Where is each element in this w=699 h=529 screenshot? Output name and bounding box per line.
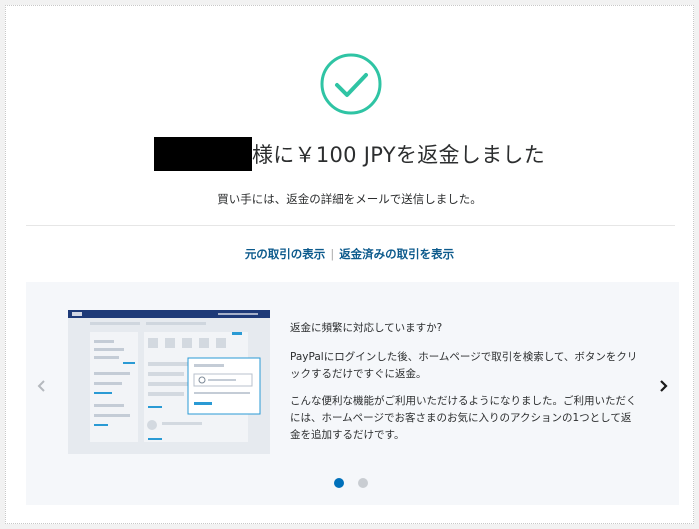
carousel-dot-1[interactable] [334,478,344,488]
view-original-transaction-link[interactable]: 元の取引の表示 [245,247,326,261]
promo-screenshot-image [68,310,270,454]
promo-paragraph-1: PayPalにログインした後、ホームページで取引を検索して、ボタンをクリックする… [290,351,638,380]
chevron-right-icon [660,380,668,392]
check-circle-icon [319,52,383,116]
promo-carousel: 返金に頻繁に対応していますか? PayPalにログインした後、ホームページで取引… [26,282,679,505]
divider [26,225,675,226]
promo-heading: 返金に頻繁に対応していますか? [290,322,443,334]
promo-text-block: 返金に頻繁に対応していますか? PayPalにログインした後、ホームページで取引… [290,320,640,454]
transaction-links: 元の取引の表示 | 返金済みの取引を表示 [6,246,693,262]
link-separator: | [330,247,335,261]
refund-subtitle: 買い手には、返金の詳細をメールで送信しました。 [217,192,482,206]
promo-paragraph-2: こんな便利な機能がご利用いただけるようになりました。ご利用いただくには、ホームペ… [290,395,637,441]
chevron-left-icon [37,380,45,392]
page-title: 様に￥100 JPYを返金しました [6,136,693,172]
carousel-prev-button[interactable] [34,376,50,396]
refund-title-text: 様に￥100 JPYを返金しました [251,143,546,167]
carousel-next-button[interactable] [655,376,671,396]
carousel-pagination [334,478,368,488]
carousel-dot-2[interactable] [358,478,368,488]
view-refunded-transaction-link[interactable]: 返金済みの取引を表示 [339,247,454,261]
redacted-recipient-name [153,137,252,171]
refund-confirmation-card: 様に￥100 JPYを返金しました 買い手には、返金の詳細をメールで送信しました… [5,5,694,524]
